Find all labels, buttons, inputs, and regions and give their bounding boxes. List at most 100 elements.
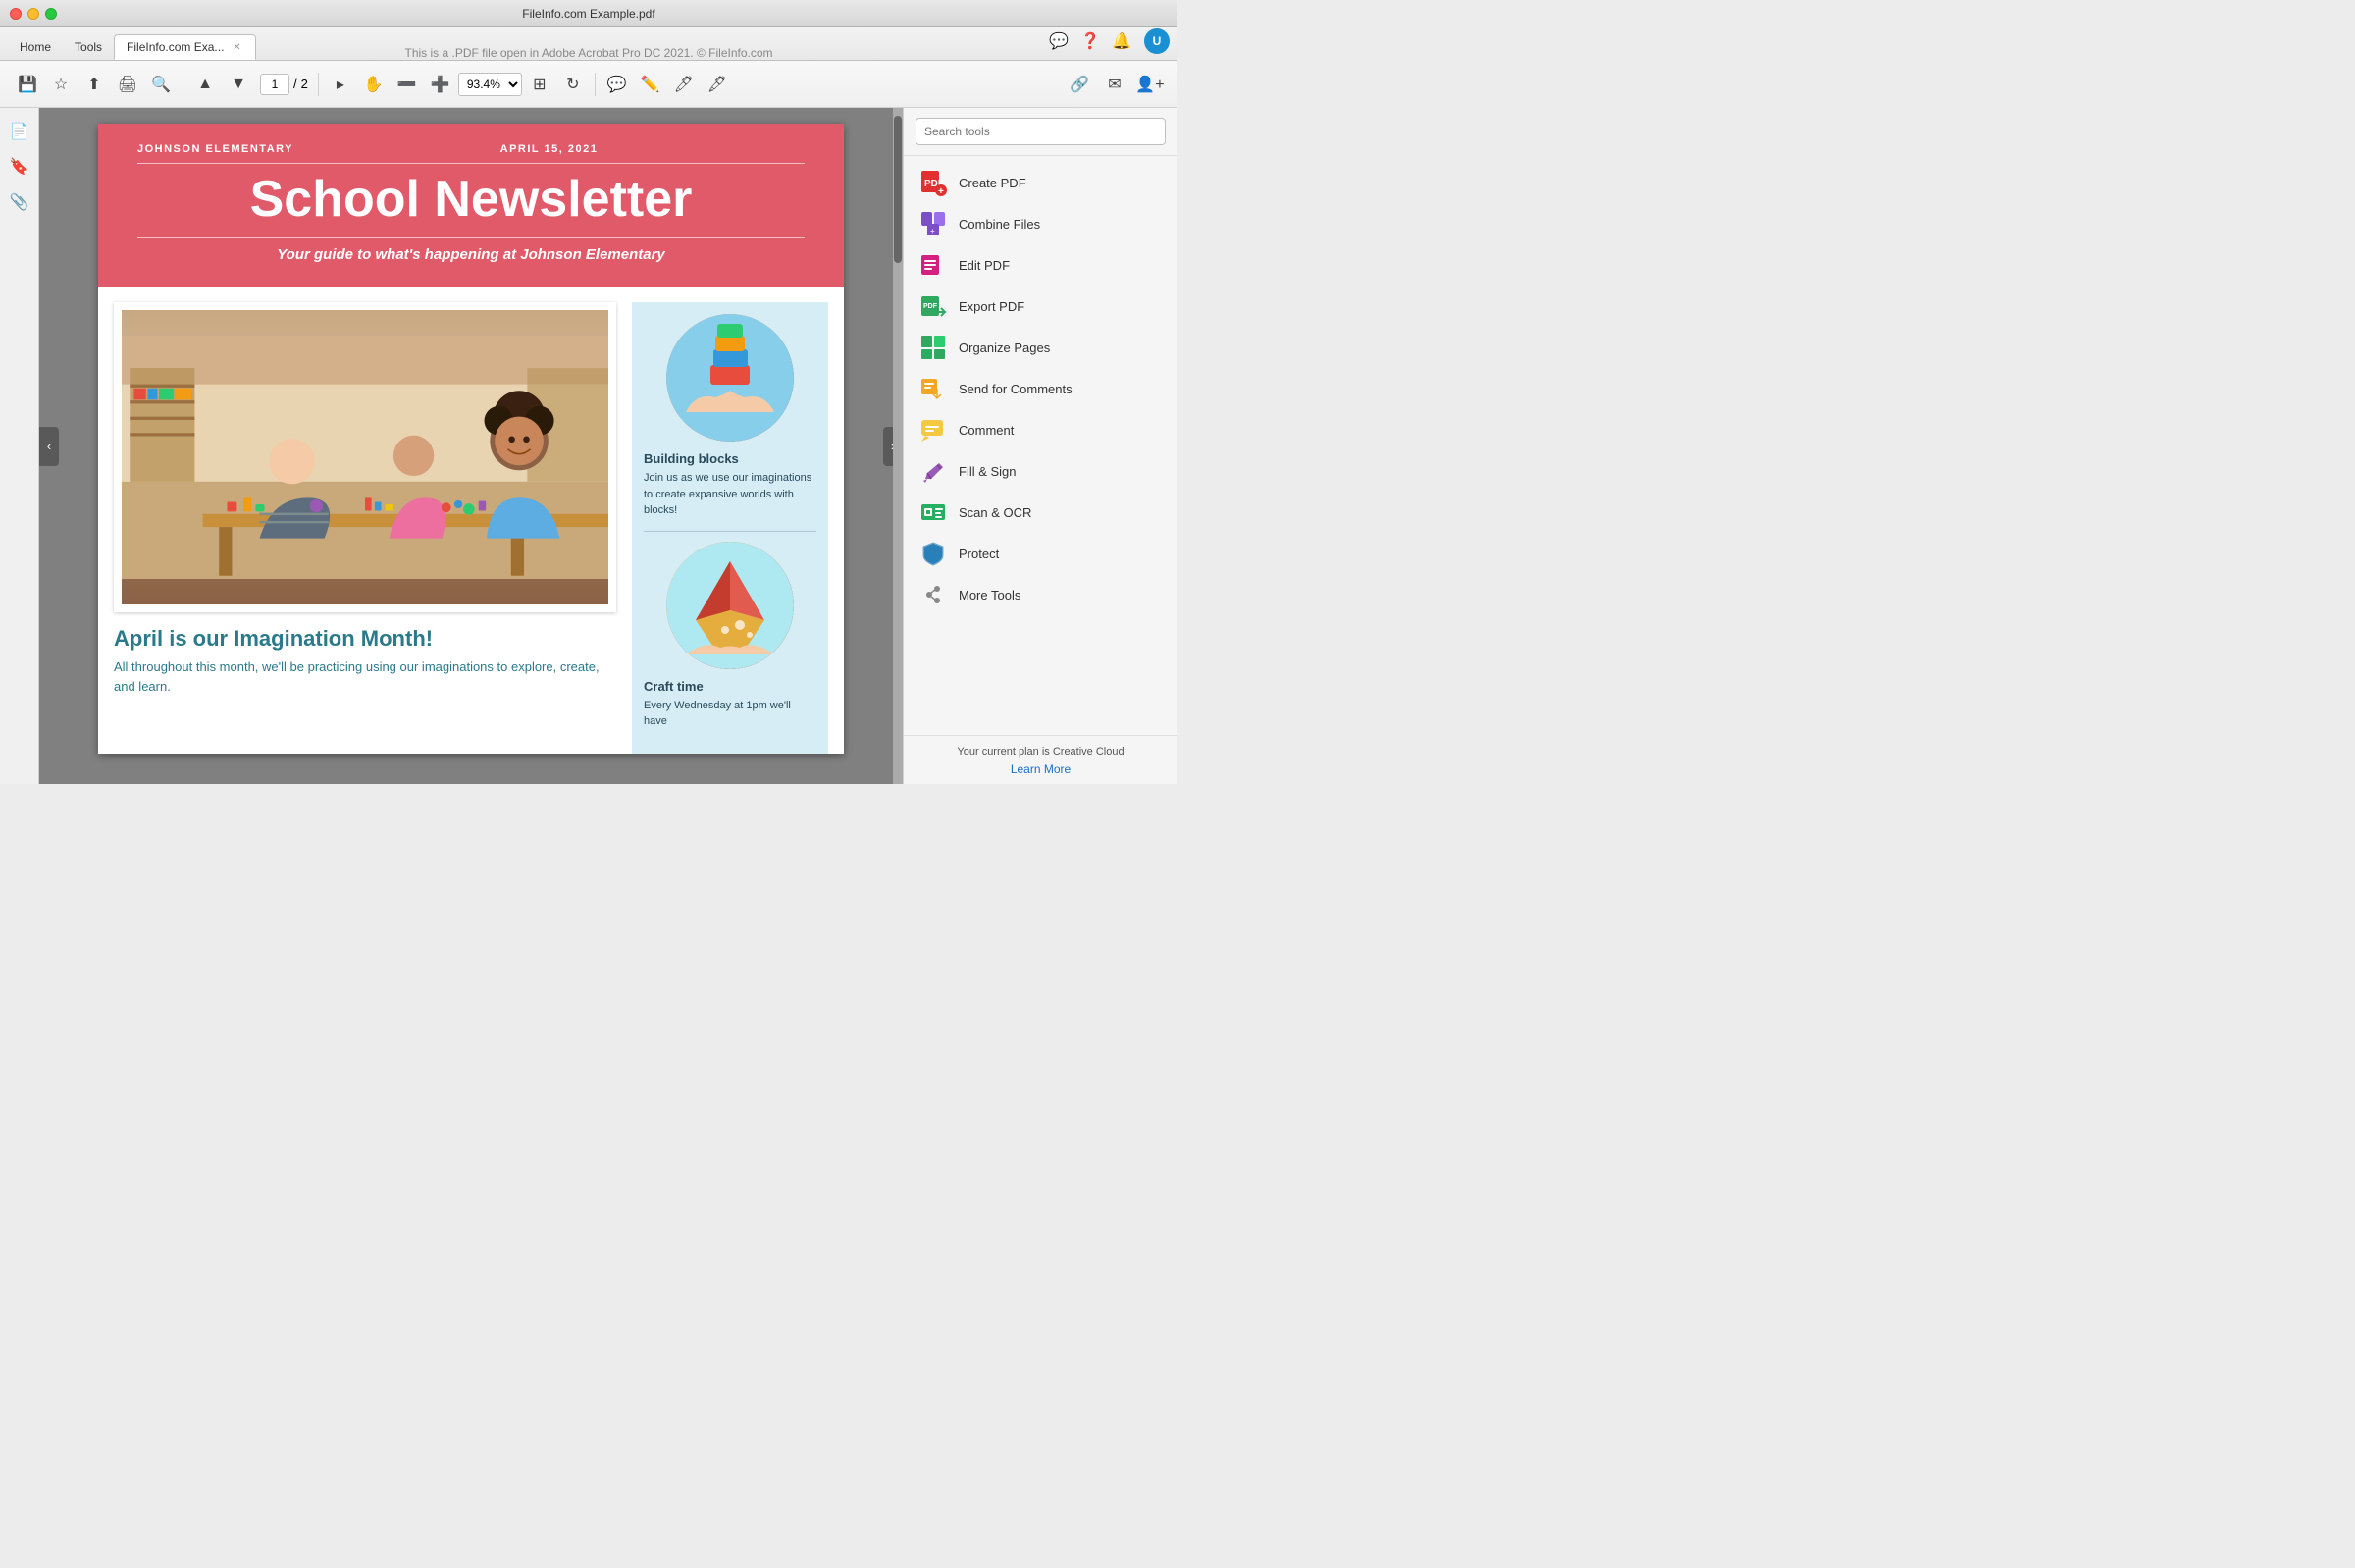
organize-pages-icon: [919, 334, 947, 361]
sidebar-section2-body: Every Wednesday at 1pm we'll have: [644, 698, 816, 730]
scrollbar-thumb[interactable]: [894, 116, 902, 263]
tab-bar: Home Tools FileInfo.com Exa... ✕ This is…: [0, 27, 1178, 61]
blocks-image: [666, 314, 794, 442]
sidebar-bookmarks-button[interactable]: 🔖: [4, 151, 35, 183]
tab-close-icon[interactable]: ✕: [230, 40, 243, 54]
toolbar-right: 🔗 ✉ 👤+: [1064, 69, 1166, 100]
pdf-area[interactable]: ‹ › JOHNSON ELEMENTARY APRIL 15, 2021 Sc…: [39, 108, 903, 784]
more-tools-icon: [919, 581, 947, 608]
send-for-comments-label: Send for Comments: [959, 382, 1073, 396]
stamp-button[interactable]: 🖋: [702, 69, 733, 100]
tool-comment[interactable]: Comment: [904, 409, 1178, 450]
page-separator: /: [293, 77, 297, 91]
add-user-button[interactable]: 👤+: [1134, 69, 1166, 100]
tools-list: PDF + Create PDF + Combine: [904, 156, 1178, 735]
toolbar: 💾 ☆ ⬆ 🖨 🔍 ▲ ▼ / 2 ▸ ✋ ➖ ➕ 93.4% 50% 75% …: [0, 61, 1178, 108]
edit-pdf-label: Edit PDF: [959, 258, 1010, 273]
scroll-left-arrow[interactable]: ‹: [39, 427, 59, 466]
page-input[interactable]: [260, 74, 289, 95]
protect-icon: [919, 540, 947, 567]
tool-export-pdf[interactable]: PDF Export PDF: [904, 286, 1178, 327]
newsletter-title: School Newsletter: [137, 172, 805, 228]
draw-button[interactable]: 🖊: [668, 69, 700, 100]
tool-more-tools[interactable]: More Tools: [904, 574, 1178, 615]
svg-text:+: +: [930, 227, 935, 235]
bookmark-button[interactable]: ☆: [45, 69, 77, 100]
next-page-button[interactable]: ▼: [223, 69, 254, 100]
scan-ocr-label: Scan & OCR: [959, 505, 1031, 520]
svg-text:+: +: [938, 186, 944, 196]
traffic-lights[interactable]: [10, 8, 57, 20]
upload-button[interactable]: ⬆: [78, 69, 110, 100]
right-panel-search: [904, 108, 1178, 156]
comment-label: Comment: [959, 423, 1014, 438]
newsletter-body: April is our Imagination Month! All thro…: [98, 287, 844, 754]
pdf-scrollbar[interactable]: [893, 108, 903, 784]
newsletter-meta: JOHNSON ELEMENTARY APRIL 15, 2021: [137, 143, 805, 155]
zoom-select[interactable]: 93.4% 50% 75% 100% 125% 150%: [458, 73, 522, 96]
newsletter-header: JOHNSON ELEMENTARY APRIL 15, 2021 School…: [98, 124, 844, 287]
comment-tool-button[interactable]: 💬: [602, 69, 633, 100]
bell-icon[interactable]: 🔔: [1113, 32, 1130, 50]
center-info-text: This is a .PDF file open in Adobe Acroba…: [404, 46, 772, 60]
avatar[interactable]: U: [1144, 28, 1170, 54]
tab-tools[interactable]: Tools: [63, 34, 114, 60]
left-sidebar: 📄 🔖 📎: [0, 108, 39, 784]
tool-combine-files[interactable]: + Combine Files: [904, 203, 1178, 244]
newsletter-main: April is our Imagination Month! All thro…: [114, 302, 616, 754]
share-button[interactable]: 🔗: [1064, 69, 1095, 100]
help-icon[interactable]: ❓: [1081, 32, 1099, 50]
newsletter-sidebar-content: Building blocks Join us as we use our im…: [632, 302, 828, 754]
search-input[interactable]: [916, 118, 1166, 145]
tool-edit-pdf[interactable]: Edit PDF: [904, 244, 1178, 286]
tool-create-pdf[interactable]: PDF + Create PDF: [904, 162, 1178, 203]
craft-image: [666, 542, 794, 669]
close-button[interactable]: [10, 8, 22, 20]
tab-file[interactable]: FileInfo.com Exa... ✕: [114, 34, 256, 60]
tool-scan-ocr[interactable]: Scan & OCR: [904, 492, 1178, 533]
more-tools-label: More Tools: [959, 588, 1020, 602]
learn-more-link[interactable]: Learn More: [1011, 762, 1071, 776]
maximize-button[interactable]: [45, 8, 57, 20]
plan-text: Your current plan is Creative Cloud: [919, 746, 1162, 758]
page-total: 2: [301, 77, 308, 91]
export-pdf-label: Export PDF: [959, 299, 1024, 314]
highlight-button[interactable]: ✏️: [635, 69, 666, 100]
sidebar-divider: [644, 531, 816, 532]
toolbar-separator-2: [318, 73, 319, 96]
newsletter-divider: [137, 163, 805, 164]
protect-label: Protect: [959, 547, 999, 561]
save-button[interactable]: 💾: [12, 69, 43, 100]
svg-text:PDF: PDF: [923, 303, 938, 310]
minimize-button[interactable]: [27, 8, 39, 20]
toolbar-separator-3: [595, 73, 596, 96]
sidebar-attachments-button[interactable]: 📎: [4, 186, 35, 218]
tool-protect[interactable]: Protect: [904, 533, 1178, 574]
zoom-in-button[interactable]: ➕: [425, 69, 456, 100]
right-panel-footer: Your current plan is Creative Cloud Lear…: [904, 735, 1178, 784]
edit-pdf-icon: [919, 251, 947, 279]
article-body: All throughout this month, we'll be prac…: [114, 657, 616, 696]
prev-page-button[interactable]: ▲: [189, 69, 221, 100]
tab-home[interactable]: Home: [8, 34, 63, 60]
sidebar-pages-button[interactable]: 📄: [4, 116, 35, 147]
export-pdf-icon: PDF: [919, 292, 947, 320]
rotate-button[interactable]: ↻: [557, 69, 589, 100]
email-button[interactable]: ✉: [1099, 69, 1130, 100]
tool-fill-sign[interactable]: Fill & Sign: [904, 450, 1178, 492]
print-button[interactable]: 🖨: [112, 69, 143, 100]
tool-send-for-comments[interactable]: Send for Comments: [904, 368, 1178, 409]
send-for-comments-icon: [919, 375, 947, 402]
zoom-in-search-button[interactable]: 🔍: [145, 69, 177, 100]
tool-organize-pages[interactable]: Organize Pages: [904, 327, 1178, 368]
scan-ocr-icon: [919, 498, 947, 526]
zoom-out-button[interactable]: ➖: [392, 69, 423, 100]
sidebar-section1-title: Building blocks: [644, 451, 816, 466]
main-image-container: [114, 302, 616, 612]
chat-icon[interactable]: 💬: [1050, 32, 1068, 50]
main-layout: 📄 🔖 📎 ‹ › JOHNSON ELEMENTARY APRIL 15, 2…: [0, 108, 1178, 784]
select-tool-button[interactable]: ▸: [325, 69, 356, 100]
page-nav: / 2: [260, 74, 308, 95]
hand-tool-button[interactable]: ✋: [358, 69, 390, 100]
fit-page-button[interactable]: ⊞: [524, 69, 555, 100]
